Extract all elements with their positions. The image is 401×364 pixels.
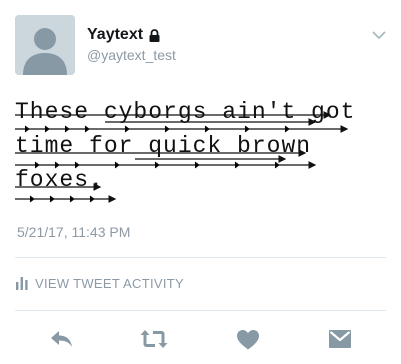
direct-message-button[interactable] — [325, 326, 355, 352]
reply-icon — [51, 331, 72, 347]
chevron-down-icon[interactable] — [372, 31, 386, 40]
avatar[interactable] — [15, 15, 75, 75]
like-button[interactable] — [233, 326, 263, 352]
divider — [15, 310, 386, 311]
heart-icon — [237, 329, 259, 349]
bar-chart-icon — [16, 277, 28, 290]
tweet-text-line: time for quick brown — [15, 133, 312, 159]
retweet-button[interactable] — [139, 326, 169, 352]
retweet-icon — [140, 330, 168, 348]
username[interactable]: @yaytext_test — [87, 47, 176, 63]
divider — [15, 257, 386, 258]
display-name-text: Yaytext — [87, 26, 144, 43]
reply-button[interactable] — [47, 326, 77, 352]
direct-message-icon — [329, 330, 351, 348]
tweet-card: Yaytext @yaytext_test These cyborgs ain'… — [0, 0, 401, 364]
view-tweet-activity-label: VIEW TWEET ACTIVITY — [35, 276, 184, 291]
default-avatar-icon — [15, 15, 75, 75]
display-name[interactable]: Yaytext — [87, 26, 160, 44]
tweet-timestamp[interactable]: 5/21/17, 11:43 PM — [17, 224, 130, 240]
lock-icon — [149, 28, 160, 42]
tweet-text-line: foxes. — [15, 167, 104, 193]
tweet-text-line: These cyborgs ain't got — [15, 99, 356, 125]
view-tweet-activity-link[interactable]: VIEW TWEET ACTIVITY — [16, 276, 184, 291]
tweet-text: These cyborgs ain't got time for quick b… — [15, 95, 390, 203]
